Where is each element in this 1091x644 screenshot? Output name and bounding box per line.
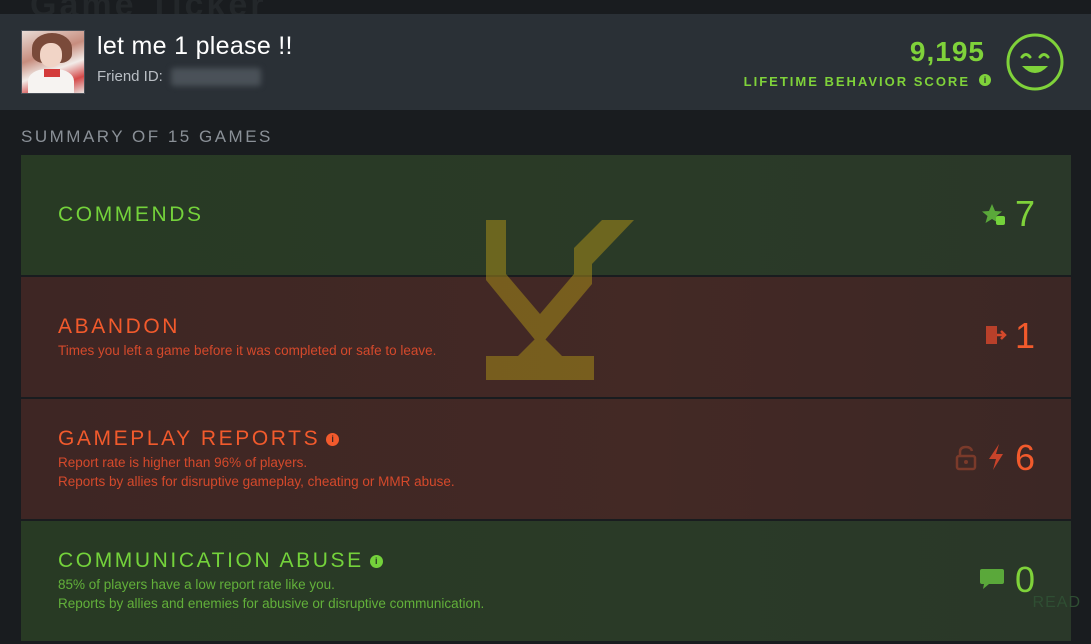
summary-title: SUMMARY OF 15 GAMES — [21, 127, 273, 146]
gameplay-reports-description-1: Report rate is higher than 96% of player… — [58, 455, 308, 470]
commends-count: 7 — [1014, 193, 1035, 234]
communication-abuse-card: COMMUNICATION ABUSE i 85% of players have… — [21, 521, 1071, 641]
friend-id-value-blurred: 000000000 — [171, 68, 261, 86]
unlocked-lock-icon — [955, 445, 977, 471]
background-read-ghost: READ — [1032, 594, 1081, 611]
info-icon[interactable]: i — [369, 555, 383, 568]
abandon-title: ABANDON — [58, 315, 181, 338]
communication-abuse-title: COMMUNICATION ABUSE i — [58, 549, 383, 573]
behavior-score-label: LIFETIME BEHAVIOR SCORE — [743, 74, 970, 89]
info-icon[interactable]: i — [979, 74, 991, 86]
commends-title: COMMENDS — [58, 203, 204, 226]
communication-abuse-description-1: 85% of players have a low report rate li… — [58, 577, 335, 592]
username: let me 1 please !! — [97, 32, 293, 60]
avatar[interactable] — [21, 30, 85, 94]
gameplay-reports-title: GAMEPLAY REPORTS i — [58, 427, 340, 451]
friend-id-label: Friend ID: — [97, 68, 163, 85]
gameplay-reports-card: GAMEPLAY REPORTS i Report rate is higher … — [21, 399, 1071, 519]
watermark-emblem — [486, 220, 634, 380]
exit-door-icon — [986, 326, 1007, 344]
gameplay-reports-description-2: Reports by allies for disruptive gamepla… — [58, 474, 455, 489]
star-thumbs-up-icon — [982, 204, 1005, 225]
info-icon[interactable]: i — [326, 433, 340, 446]
profile-header: let me 1 please !! Friend ID: 000000000 … — [0, 14, 1091, 110]
behavior-summary-screen: Game Ticker let me 1 please !! Friend ID… — [0, 0, 1091, 644]
lightning-icon — [989, 444, 1003, 470]
smiley-face-icon — [1006, 33, 1064, 91]
behavior-score-value: 9,195 — [909, 36, 985, 67]
abandon-description: Times you left a game before it was comp… — [58, 343, 437, 358]
abandon-count: 1 — [1014, 315, 1035, 356]
chat-bubble-icon — [980, 569, 1004, 589]
communication-abuse-description-2: Reports by allies and enemies for abusiv… — [58, 596, 485, 611]
gameplay-reports-count: 6 — [1014, 437, 1035, 478]
